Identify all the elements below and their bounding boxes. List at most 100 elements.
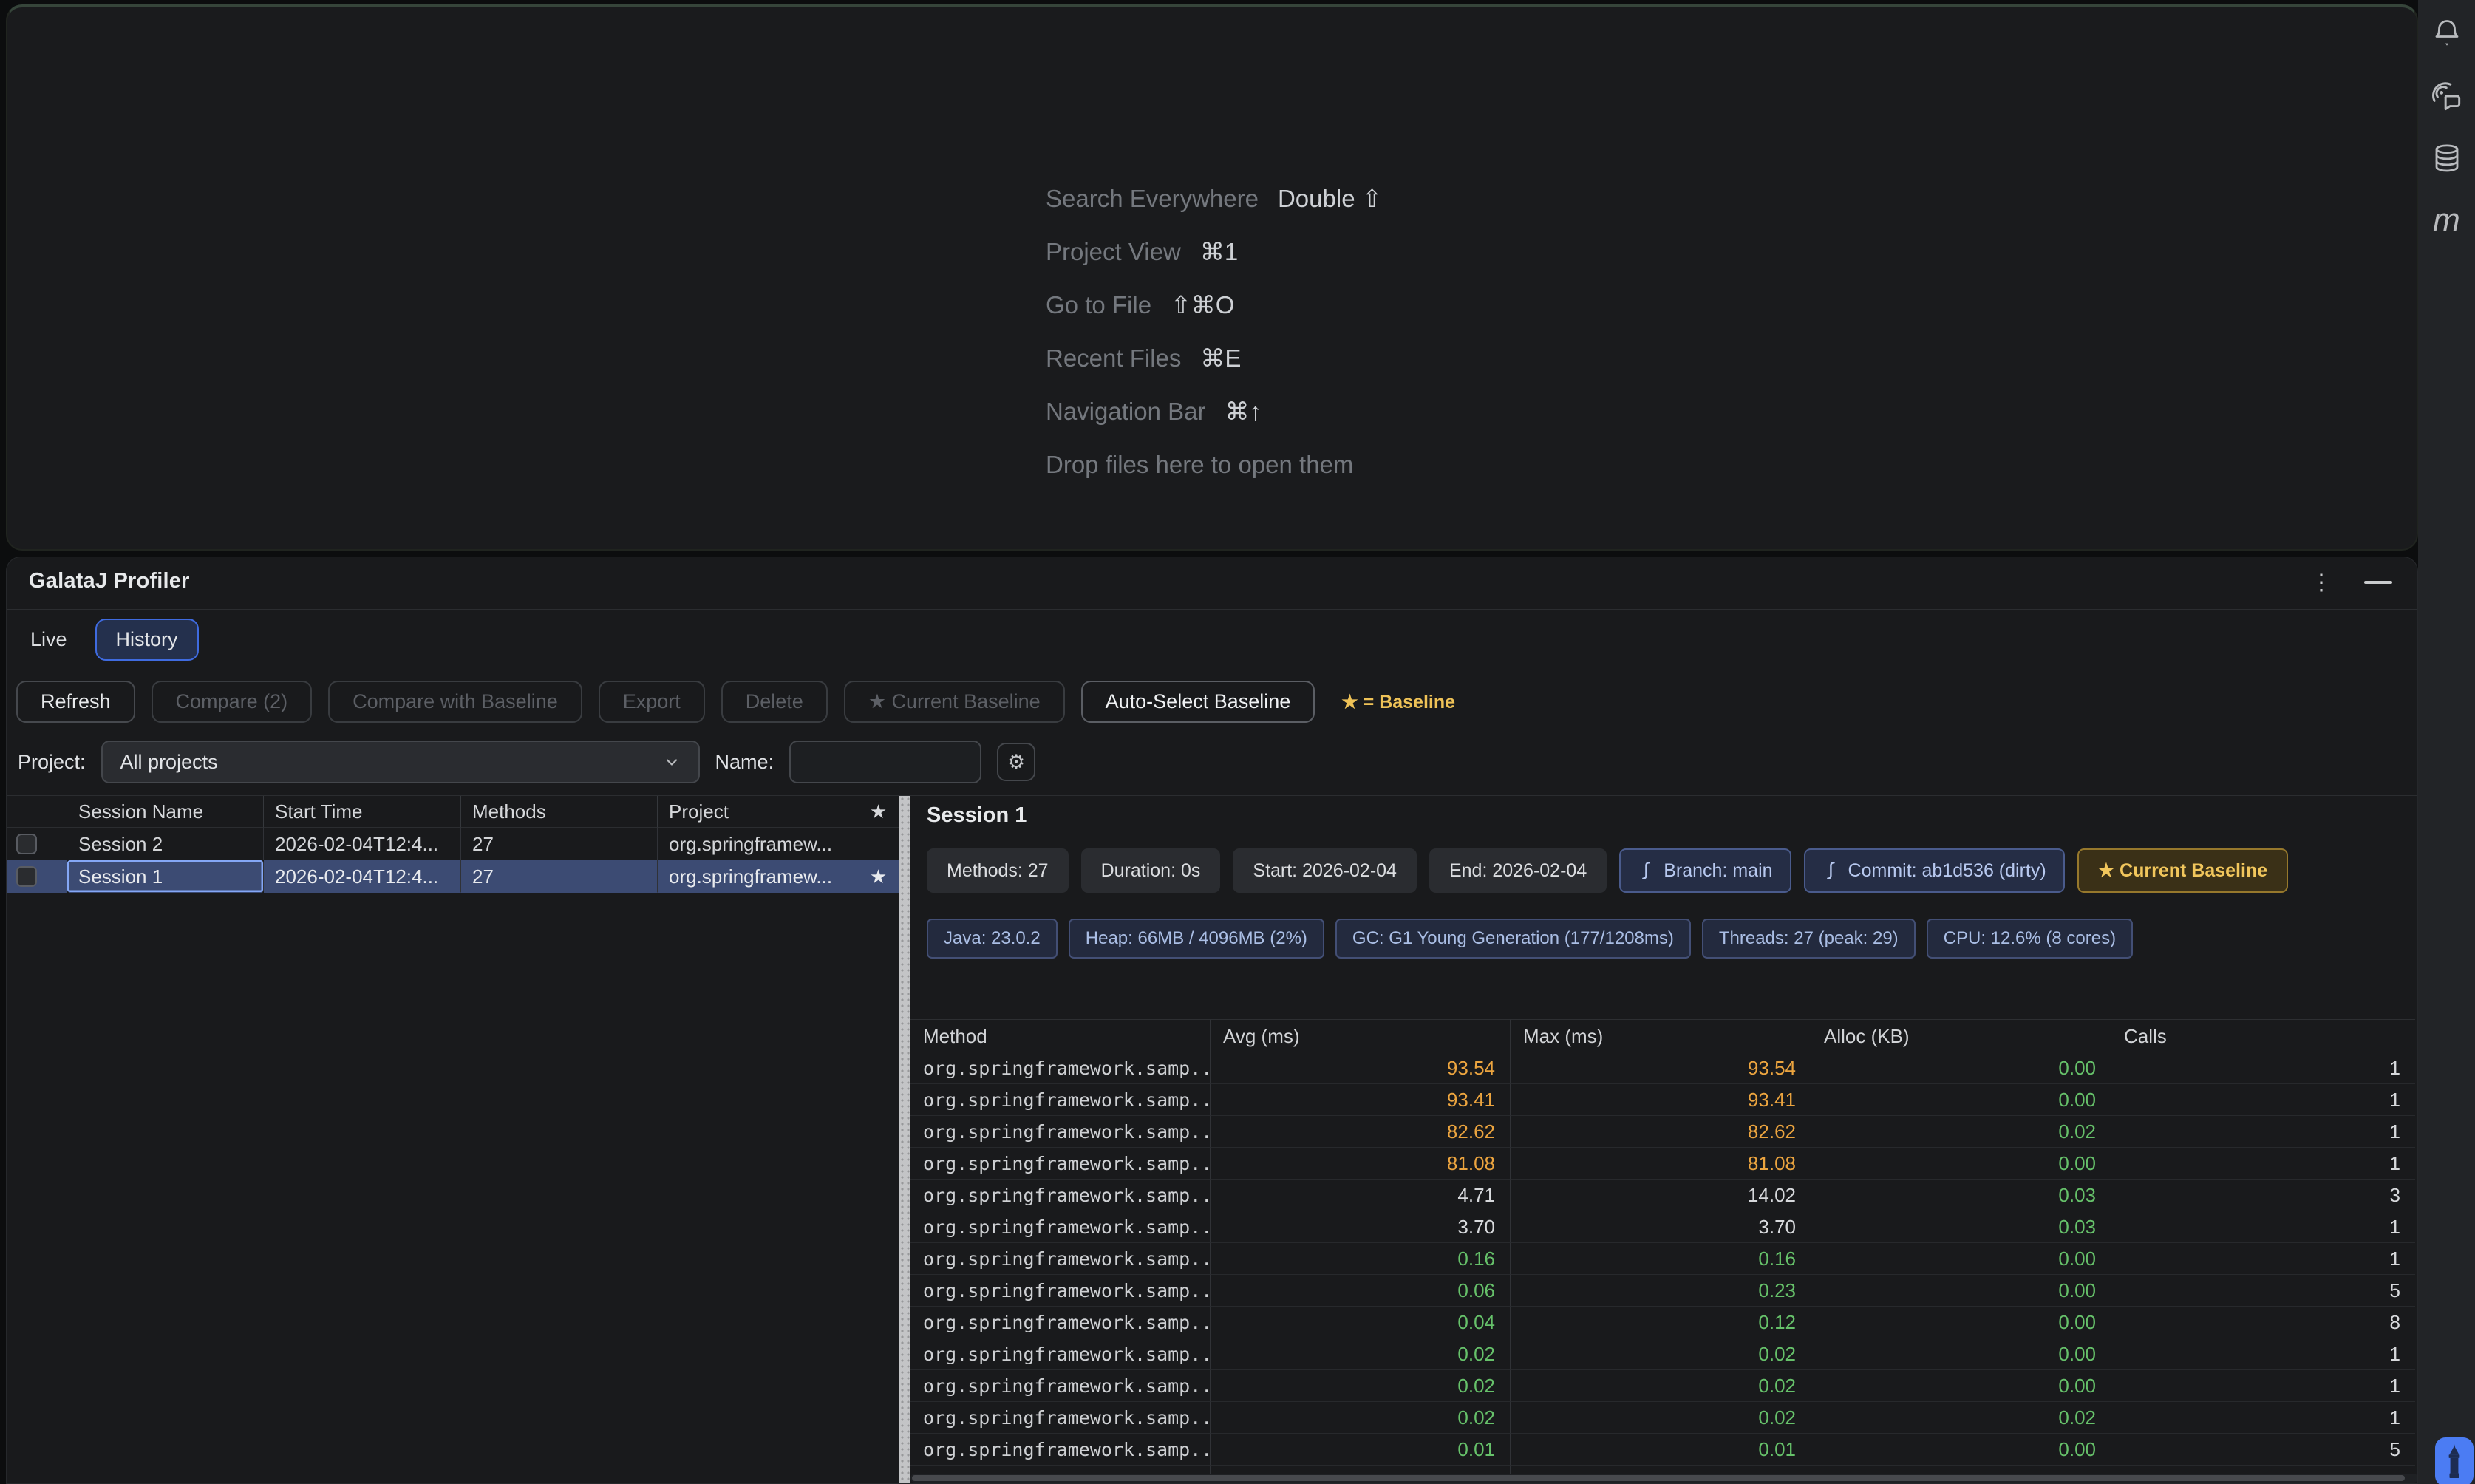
sessions-table-header: Session Name Start Time Methods Project …: [7, 796, 899, 828]
session-methods-cell: 27: [461, 860, 658, 893]
compare-button[interactable]: Compare (2): [152, 681, 313, 723]
method-row[interactable]: org.springframework.samp... 4.71 14.02 0…: [910, 1180, 2415, 1211]
session-checkbox[interactable]: [16, 866, 37, 887]
shortcut-hint-line: Project View ⌘1: [1046, 236, 1382, 267]
refresh-button[interactable]: Refresh: [16, 681, 135, 723]
col-alloc[interactable]: Alloc (KB): [1811, 1019, 2111, 1052]
session-row[interactable]: Session 1 2026-02-04T12:4... 27 org.spri…: [7, 860, 899, 893]
method-row[interactable]: org.springframework.samp... 93.41 93.41 …: [910, 1084, 2415, 1116]
method-row[interactable]: org.springframework.samp... 0.04 0.12 0.…: [910, 1307, 2415, 1338]
col-baseline-star[interactable]: ★: [857, 796, 899, 828]
session-name-cell[interactable]: Session 1: [67, 860, 264, 893]
calls-cell: 1: [2111, 1052, 2415, 1084]
session-star-cell[interactable]: ★: [857, 860, 899, 893]
database-icon[interactable]: [2431, 142, 2463, 174]
chevron-down-icon: [663, 753, 681, 771]
method-row[interactable]: org.springframework.samp... 0.16 0.16 0.…: [910, 1243, 2415, 1275]
session-checkbox[interactable]: [16, 834, 37, 854]
col-methods[interactable]: Methods: [461, 796, 658, 828]
git-badge[interactable]: Commit: ab1d536 (dirty): [1804, 848, 2065, 893]
splitter-handle[interactable]: [899, 796, 910, 1483]
auto-select-baseline-button[interactable]: Auto-Select Baseline: [1081, 681, 1315, 723]
method-row[interactable]: org.springframework.samp... 3.70 3.70 0.…: [910, 1211, 2415, 1243]
max-cell: 81.08: [1511, 1148, 1811, 1180]
project-select[interactable]: All projects: [101, 741, 700, 783]
shortcut-keys: ⌘E: [1200, 344, 1241, 372]
max-cell: 0.02: [1511, 1402, 1811, 1434]
col-calls[interactable]: Calls: [2111, 1019, 2415, 1052]
profiler-tabs: Live History: [30, 616, 199, 662]
method-row[interactable]: org.springframework.samp... 0.02 0.02 0.…: [910, 1402, 2415, 1434]
export-button[interactable]: Export: [599, 681, 705, 723]
avg-cell: 82.62: [1211, 1116, 1511, 1148]
baseline-legend: ★ = Baseline: [1341, 691, 1455, 713]
calls-cell: 3: [2111, 1180, 2415, 1211]
tab-history[interactable]: History: [95, 619, 199, 661]
shortcut-keys: Double ⇧: [1278, 184, 1382, 213]
session-start-cell: 2026-02-04T12:4...: [264, 828, 461, 860]
tab-live[interactable]: Live: [30, 628, 67, 651]
col-avg[interactable]: Avg (ms): [1211, 1019, 1511, 1052]
avg-cell: 0.16: [1211, 1243, 1511, 1275]
alloc-cell: 0.00: [1811, 1307, 2111, 1338]
method-row[interactable]: org.springframework.samp... 81.08 81.08 …: [910, 1148, 2415, 1180]
method-row[interactable]: org.springframework.samp... 93.54 93.54 …: [910, 1052, 2415, 1084]
notifications-bell-icon[interactable]: [2431, 18, 2463, 50]
project-label: Project:: [18, 751, 86, 774]
max-cell: 93.41: [1511, 1084, 1811, 1116]
method-row[interactable]: org.springframework.samp... 0.01 0.01 0.…: [910, 1434, 2415, 1466]
git-badge[interactable]: Branch: main: [1619, 848, 1791, 893]
col-start-time[interactable]: Start Time: [264, 796, 461, 828]
session-info-badges: Methods: 27 Duration: 0s Start: 2026-02-…: [927, 848, 2288, 893]
calls-cell: 5: [2111, 1275, 2415, 1307]
current-baseline-badge[interactable]: ★ Current Baseline: [2077, 848, 2288, 893]
editor-area: Search Everywhere Double ⇧ Project View …: [6, 4, 2418, 551]
col-session-name[interactable]: Session Name: [67, 796, 264, 828]
session-name-cell[interactable]: Session 2: [67, 828, 264, 860]
info-badge: Methods: 27: [927, 848, 1069, 893]
max-cell: 0.01: [1511, 1434, 1811, 1466]
method-name-cell: org.springframework.samp...: [910, 1370, 1211, 1402]
maven-icon[interactable]: m: [2431, 204, 2463, 236]
shortcut-keys: ⇧⌘O: [1171, 290, 1234, 319]
galata-tower-button[interactable]: [2435, 1437, 2474, 1484]
name-input[interactable]: [789, 741, 981, 783]
panel-title: GalataJ Profiler: [29, 569, 190, 593]
profiler-toolbar: Refresh Compare (2) Compare with Baselin…: [16, 681, 1455, 723]
screencast-chat-icon[interactable]: [2431, 80, 2463, 112]
session-row[interactable]: Session 2 2026-02-04T12:4... 27 org.spri…: [7, 828, 899, 860]
method-row[interactable]: org.springframework.samp... 0.06 0.23 0.…: [910, 1275, 2415, 1307]
gear-icon[interactable]: ⚙: [997, 743, 1035, 781]
compare-with-baseline-button[interactable]: Compare with Baseline: [328, 681, 582, 723]
alloc-cell: 0.00: [1811, 1052, 2111, 1084]
col-method[interactable]: Method: [910, 1019, 1211, 1052]
shortcut-label: Project View: [1046, 238, 1181, 266]
method-name-cell: org.springframework.samp...: [910, 1148, 1211, 1180]
filters-row: Project: All projects Name: ⚙: [18, 739, 1035, 785]
horizontal-scrollbar-thumb[interactable]: [912, 1475, 2405, 1481]
current-baseline-button[interactable]: ★ Current Baseline: [844, 681, 1065, 723]
max-cell: 0.23: [1511, 1275, 1811, 1307]
right-tool-window-bar: m: [2418, 0, 2475, 1484]
alloc-cell: 0.02: [1811, 1116, 2111, 1148]
avg-cell: 0.02: [1211, 1370, 1511, 1402]
runtime-badges: Java: 23.0.2 Heap: 66MB / 4096MB (2%) GC…: [927, 919, 2133, 959]
divider: [7, 609, 2417, 610]
horizontal-scrollbar[interactable]: [910, 1474, 2418, 1483]
col-project[interactable]: Project: [658, 796, 857, 828]
project-select-value: All projects: [120, 751, 218, 774]
minimize-icon[interactable]: [2364, 581, 2392, 584]
methods-table: Method Avg (ms) Max (ms) Alloc (KB) Call…: [910, 1019, 2415, 1484]
galata-tower-icon: [2445, 1444, 2464, 1478]
col-max[interactable]: Max (ms): [1511, 1019, 1811, 1052]
delete-button[interactable]: Delete: [721, 681, 828, 723]
session-star-cell[interactable]: [857, 828, 899, 860]
method-row[interactable]: org.springframework.samp... 0.02 0.02 0.…: [910, 1338, 2415, 1370]
method-row[interactable]: org.springframework.samp... 82.62 82.62 …: [910, 1116, 2415, 1148]
method-row[interactable]: org.springframework.samp... 0.02 0.02 0.…: [910, 1370, 2415, 1402]
galataj-profiler-panel: GalataJ Profiler ⋮ Live History Refresh …: [6, 556, 2418, 1484]
alloc-cell: 0.00: [1811, 1243, 2111, 1275]
calls-cell: 8: [2111, 1307, 2415, 1338]
kebab-menu-icon[interactable]: ⋮: [2307, 563, 2336, 602]
method-name-cell: org.springframework.samp...: [910, 1084, 1211, 1116]
